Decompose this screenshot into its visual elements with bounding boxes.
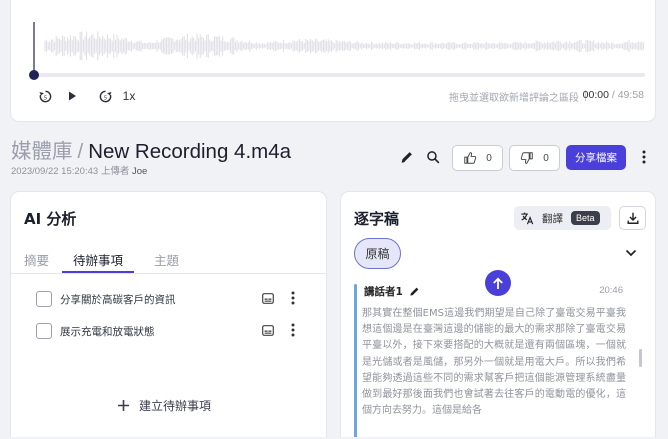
breadcrumb-media-library[interactable]: 媒體庫: [11, 140, 73, 163]
audio-player: 5 5 1x 拖曳並選取欲新增評論之區段 00:00 / 49:58: [10, 0, 656, 122]
todo-checkbox[interactable]: [36, 323, 52, 339]
like-count: 0: [486, 152, 492, 164]
more-vertical-icon: [642, 150, 646, 164]
like-button[interactable]: 0: [452, 145, 503, 171]
collapse-toggle[interactable]: [623, 245, 639, 261]
todo-more-button[interactable]: [287, 322, 299, 338]
search-icon: [427, 151, 440, 164]
segment-text: 那其實在整個EMS這邊我們期望是自己除了臺電交易平臺我想這個邊是在臺灣這邊的儲能…: [362, 308, 626, 417]
thumbs-up-icon: [464, 152, 477, 164]
comment-hint: 拖曳並選取欲新增評論之區段: [449, 93, 579, 104]
uploaded-by-label: 上傳者: [100, 166, 130, 177]
more-vertical-icon: [291, 291, 295, 305]
waveform-bars: [44, 31, 644, 61]
share-file-button[interactable]: 分享檔案: [566, 145, 626, 170]
page-title: 媒體庫 / New Recording 4.m4a: [11, 134, 291, 164]
edit-title-button[interactable]: [398, 148, 416, 166]
play-icon: [69, 91, 76, 101]
subtitle-icon: [262, 324, 274, 336]
search-button[interactable]: [424, 148, 442, 166]
thumbs-down-icon: [521, 152, 533, 164]
todo-jump-button[interactable]: [261, 291, 275, 305]
playhead-knob[interactable]: [29, 70, 39, 80]
arrow-up-icon: [493, 277, 503, 289]
breadcrumb-separator: /: [77, 140, 84, 163]
original-transcript-pill[interactable]: 原稿: [354, 238, 401, 269]
pencil-icon[interactable]: [409, 286, 420, 297]
todo-text: 展示充電和放電狀態: [60, 325, 155, 338]
duration: 49:58: [617, 89, 644, 101]
tab-topics[interactable]: 主題: [154, 250, 179, 273]
rewind-icon: 5: [38, 90, 51, 102]
tab-summary[interactable]: 摘要: [24, 250, 49, 273]
speaker-name: 講話者1: [364, 286, 403, 298]
ai-tabs: 摘要 待辦事項 主題: [11, 248, 326, 274]
todo-more-button[interactable]: [287, 290, 299, 306]
pencil-icon: [401, 152, 412, 163]
upload-meta: 2023/09/22 15:20:43 上傳者 Joe: [11, 163, 147, 177]
subtitle-icon: [262, 292, 274, 304]
transcript-panel: 逐字稿 翻譯 Beta 原稿 講話者1 20:46 那其實在整個EMS這邊我們期…: [340, 191, 656, 437]
upload-time: 2023/09/22 15:20:43: [11, 166, 99, 177]
translate-icon: [521, 212, 534, 225]
segment-time[interactable]: 20:46: [599, 285, 623, 296]
playback-speed[interactable]: 1x: [117, 86, 141, 106]
plus-icon: [118, 400, 129, 411]
tab-todos[interactable]: 待辦事項: [62, 250, 135, 273]
todo-checkbox[interactable]: [36, 291, 52, 307]
rewind-button[interactable]: 5: [37, 86, 53, 106]
ai-panel-title: AI 分析: [24, 210, 77, 228]
forward-icon: 5: [99, 90, 112, 102]
speaker-label: 講話者1: [364, 284, 420, 299]
todo-text: 分享關於高碳客戶的資訊: [60, 293, 176, 306]
add-todo-button[interactable]: 建立待辦事項: [117, 397, 211, 414]
forward-button[interactable]: 5: [97, 86, 113, 106]
translate-label: 翻譯: [542, 212, 563, 225]
translate-button[interactable]: 翻譯 Beta: [514, 206, 611, 230]
svg-text:5: 5: [103, 95, 106, 101]
ai-analysis-panel: AI 分析 摘要 待辦事項 主題 分享關於高碳客戶的資訊 展示充電和放電狀態 建…: [10, 191, 327, 437]
uploader-name: Joe: [131, 166, 148, 177]
playback-track[interactable]: [33, 73, 645, 77]
download-icon: [626, 212, 639, 224]
current-time: 00:00: [582, 89, 609, 101]
transcript-title: 逐字稿: [354, 210, 400, 228]
segment-indicator: [354, 284, 357, 437]
scrollbar-thumb[interactable]: [639, 349, 642, 367]
scroll-to-top-button[interactable]: [485, 270, 511, 296]
file-name: New Recording 4.m4a: [88, 140, 292, 163]
beta-badge: Beta: [571, 211, 600, 225]
more-options-button[interactable]: [637, 148, 651, 166]
more-vertical-icon: [291, 323, 295, 337]
waveform[interactable]: [31, 20, 645, 72]
play-button[interactable]: [64, 86, 80, 106]
time-readout: 00:00 / 49:58: [582, 89, 644, 101]
chevron-down-icon: [625, 249, 637, 257]
dislike-button[interactable]: 0: [509, 145, 560, 171]
add-todo-label: 建立待辦事項: [139, 399, 212, 413]
todo-jump-button[interactable]: [261, 323, 275, 337]
svg-text:5: 5: [43, 95, 46, 101]
download-button[interactable]: [619, 206, 646, 230]
dislike-count: 0: [543, 152, 549, 164]
